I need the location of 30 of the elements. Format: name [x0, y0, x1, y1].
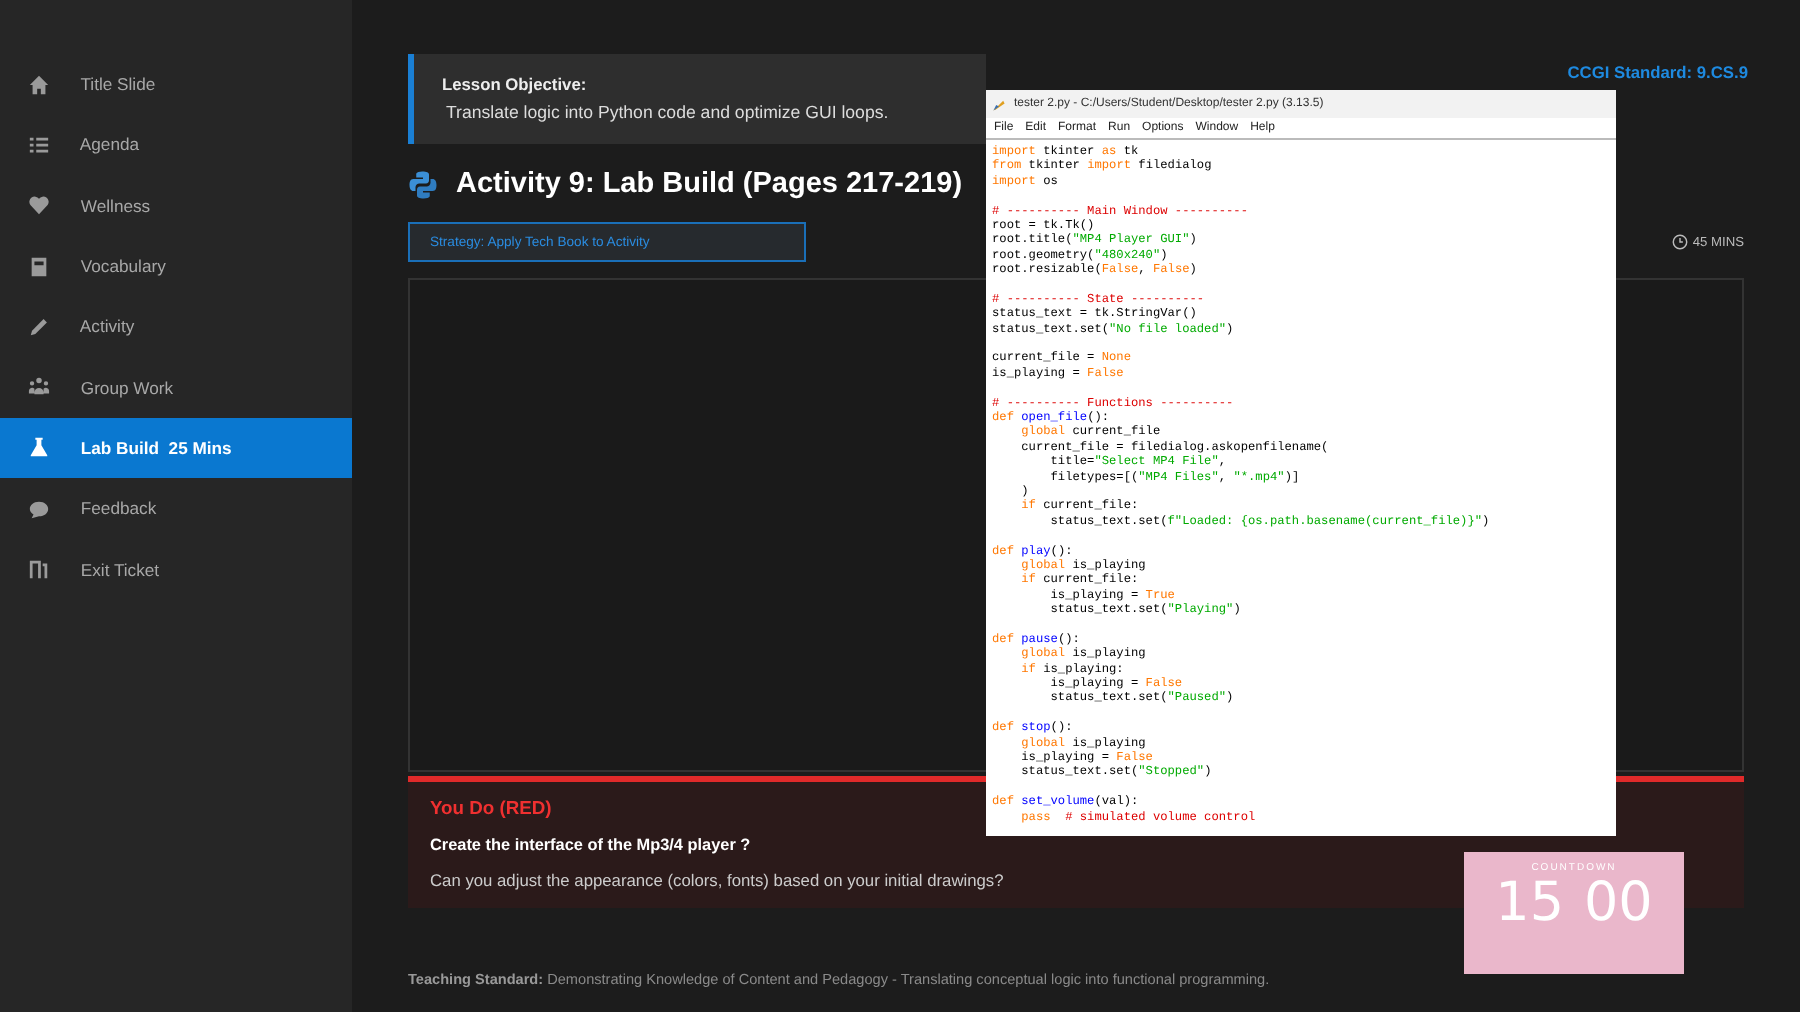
pencil-icon: [28, 315, 50, 338]
countdown-seconds: 00: [1584, 874, 1653, 934]
chat-icon: [28, 497, 50, 520]
activity-title: Activity 9: Lab Build (Pages 217-219): [456, 168, 963, 200]
standard-tag: CCGI Standard: 9.CS.9: [1567, 62, 1748, 82]
nav-item[interactable]: Activity: [0, 296, 352, 357]
nav-item[interactable]: Exit Ticket: [0, 538, 352, 600]
list-icon: [28, 133, 50, 156]
you-do-heading: You Do (RED): [430, 796, 552, 818]
flask-icon: [28, 436, 50, 459]
file-icon: [992, 97, 1006, 111]
nav-item[interactable]: Agenda: [0, 114, 352, 176]
objective-heading: Lesson Objective:: [442, 74, 589, 94]
countdown-minutes: 15: [1495, 874, 1564, 934]
objective-text: Translate logic into Python code and optimize GUI loops.: [446, 102, 891, 122]
heart-icon: [28, 194, 50, 217]
nav-item[interactable]: Title Slide: [0, 54, 352, 115]
home-icon: [28, 73, 50, 96]
nav-item[interactable]: Feedback: [0, 478, 352, 539]
door-icon: [28, 558, 50, 581]
task-text: Create the interface of the Mp3/4 player ?: [430, 836, 751, 854]
python-logo-icon: [408, 169, 438, 199]
clock-icon: [1672, 234, 1689, 250]
nav-item[interactable]: Lab Build 25 Mins: [0, 417, 352, 479]
people-icon: [28, 376, 50, 399]
nav-item[interactable]: Vocabulary: [0, 235, 352, 297]
question-text: Can you adjust the appearance (colors, fonts) based on your initial drawings?: [430, 870, 1004, 890]
nav-item[interactable]: Wellness: [0, 175, 352, 236]
book-icon: [28, 255, 50, 278]
nav-item[interactable]: Group Work: [0, 356, 352, 418]
